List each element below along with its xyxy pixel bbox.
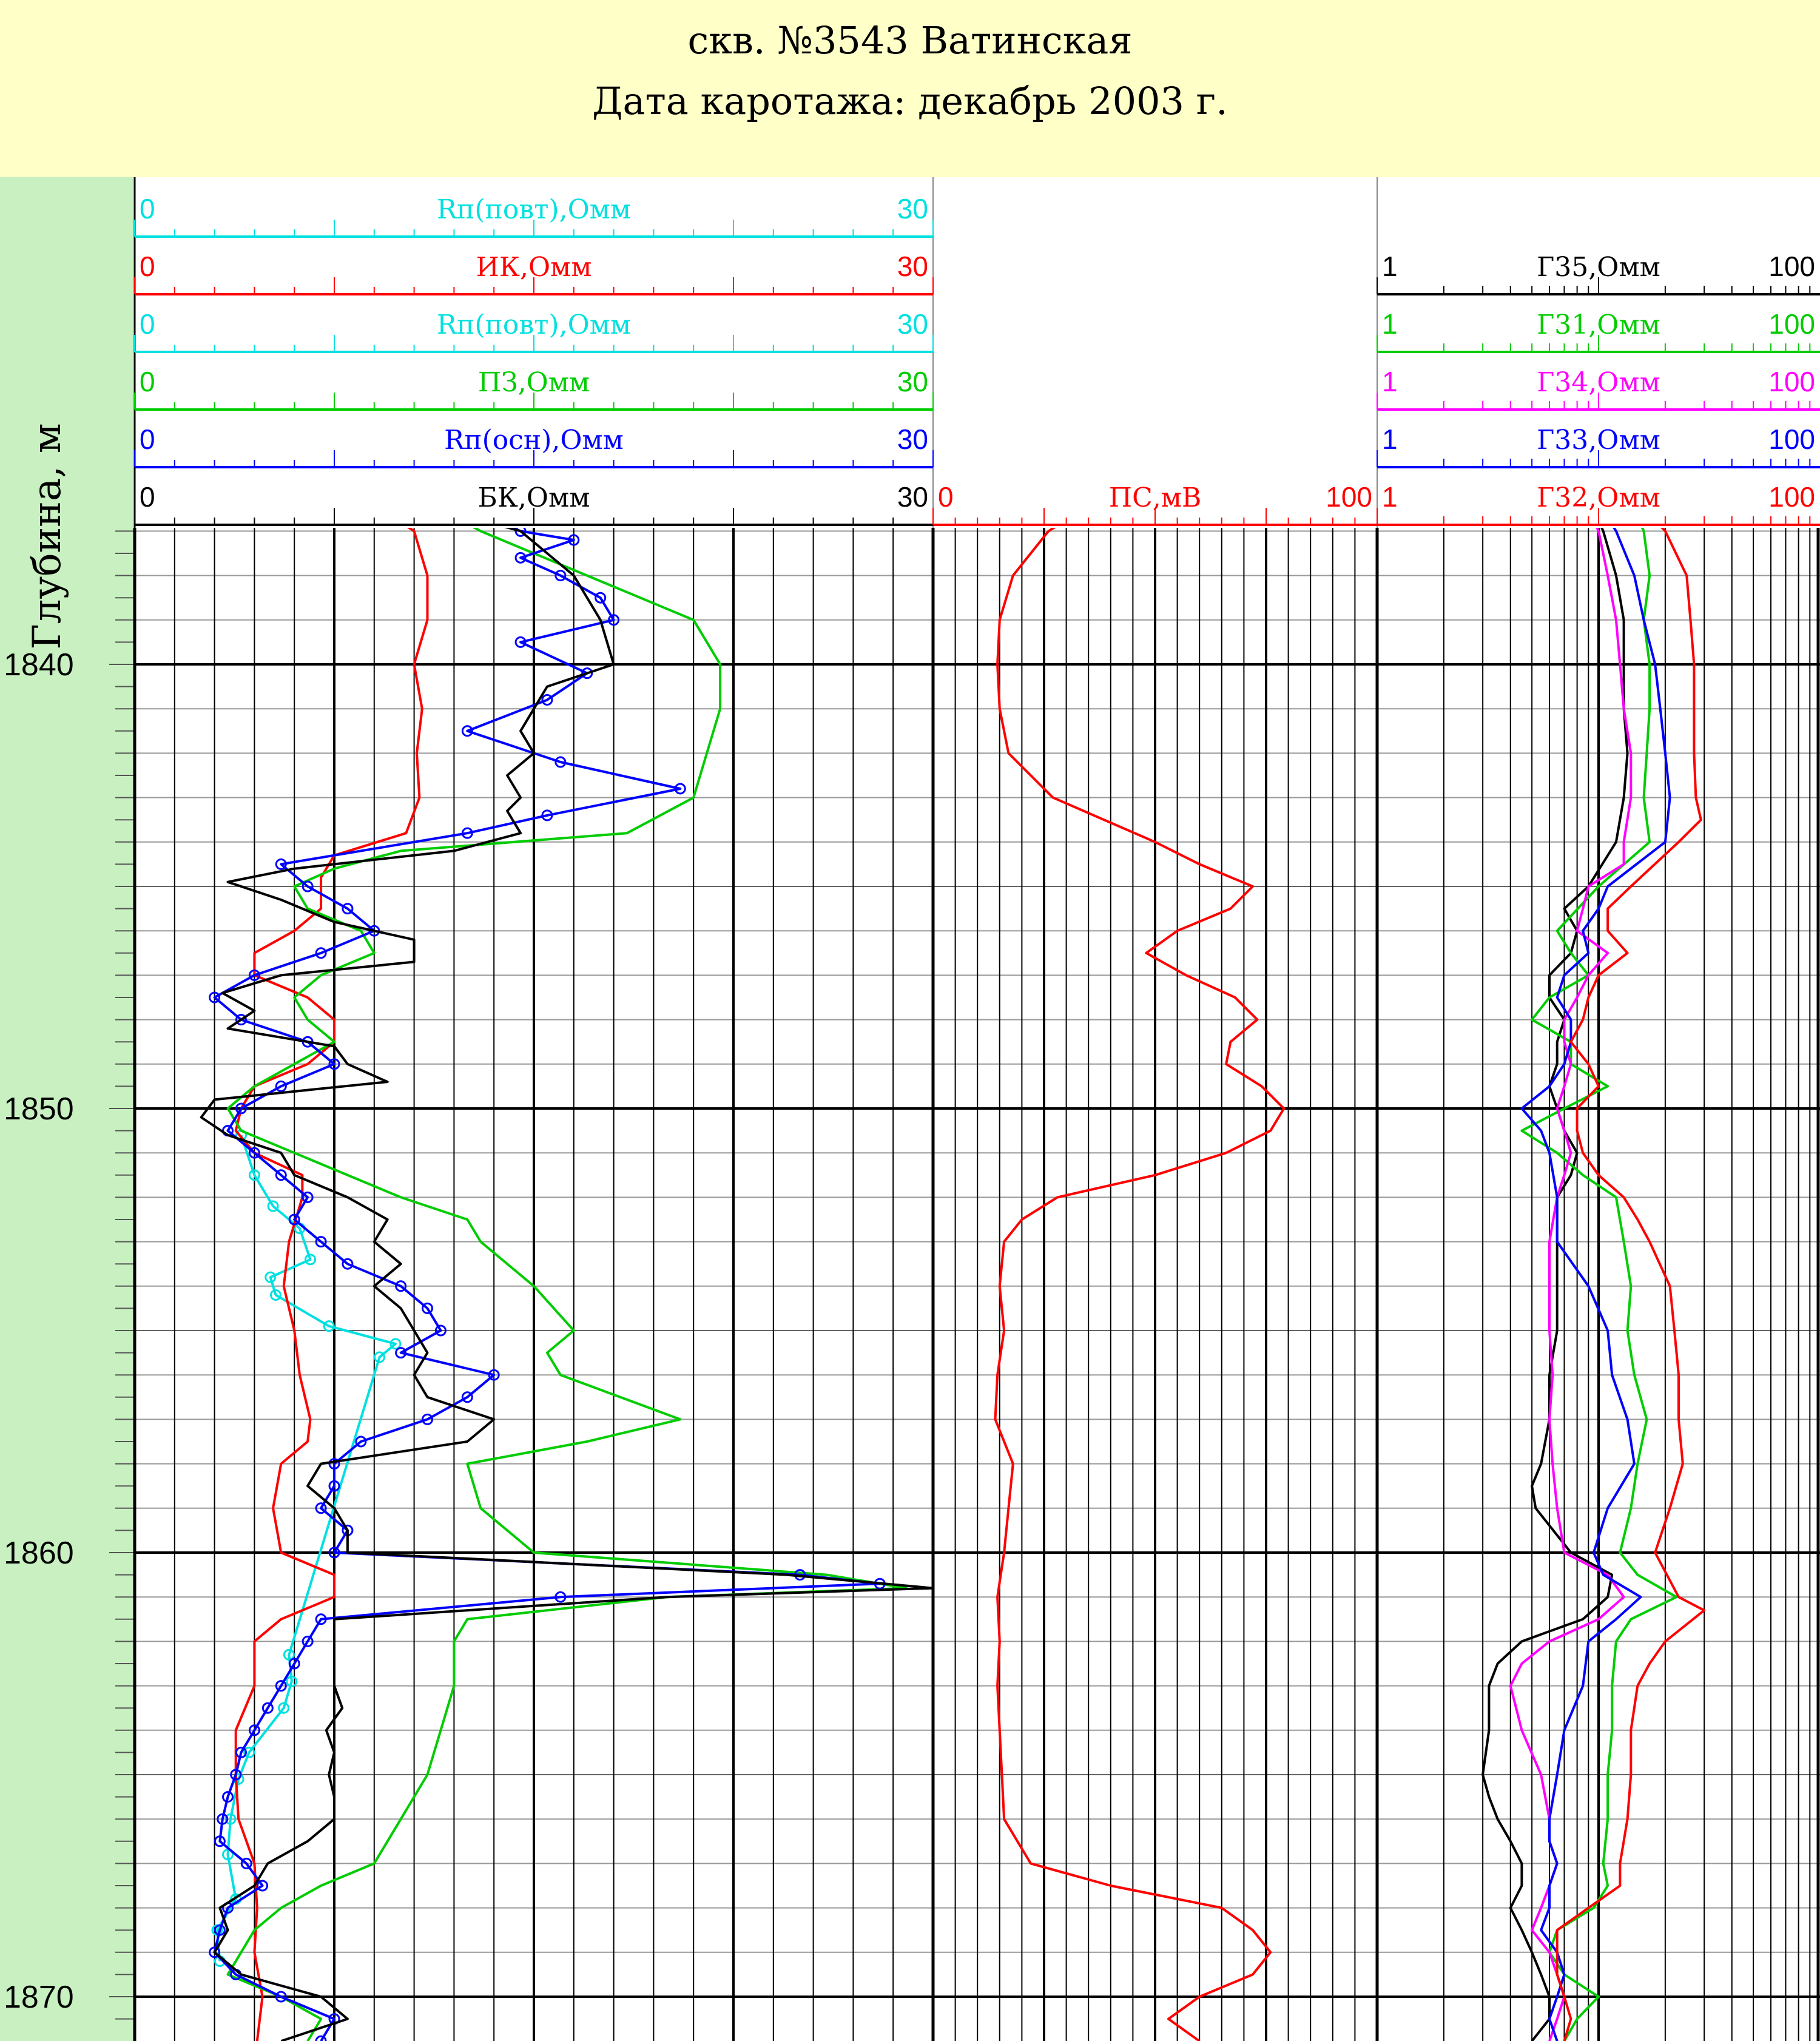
curve-max-label: 30 [897,308,928,340]
depth-tick-label: 1860 [4,1536,74,1571]
depth-tick-label: 1870 [4,1980,74,2015]
curve-min-label: 0 [140,193,155,224]
curve-min-label: 0 [140,251,155,282]
curve-max-label: 30 [897,193,928,224]
curve-name: Rп(осн),Омм [444,425,624,456]
curve-line [213,528,881,2041]
curve-min-label: 0 [140,481,155,513]
depth-tick-label: 1850 [4,1091,74,1127]
curve-min-label: 0 [140,366,155,397]
curve-name: Г32,Омм [1537,482,1660,513]
curve-name: ПС,мВ [1109,482,1202,513]
curve-max-label: 30 [897,423,928,455]
curve-max-label: 30 [897,366,928,397]
curve-name: Г35,Омм [1537,252,1660,283]
curve-name: Г34,Омм [1537,367,1660,398]
curve-line [994,528,1286,2041]
curve-max-label: 100 [1768,366,1815,397]
curve-max-label: 100 [1768,481,1815,513]
curve-line [226,528,908,2041]
well-log-chart: 0 30 Rп(повт),Омм 0 30 ИК,Омм 0 30 Rп(повт),Омм 0… [4,177,1820,2041]
curve-name: Г31,Омм [1537,309,1660,340]
curve-max-label: 100 [1768,308,1815,340]
curve-max-label: 100 [1768,251,1815,282]
curve-min-label: 1 [1382,423,1398,455]
curve-max-label: 100 [1326,481,1372,513]
curve-name: ИК,Омм [476,252,592,283]
curve-min-label: 0 [140,423,155,455]
curve-name: Г33,Омм [1537,425,1660,456]
curve-min-label: 0 [140,308,155,340]
depth-tick-label: 1840 [4,647,74,683]
curve-name: ПЗ,Омм [478,367,590,398]
curve-line [1555,528,1706,2041]
curve-max-label: 30 [897,251,928,282]
curve-min-label: 1 [1382,481,1398,513]
curve-min-label: 1 [1382,366,1398,397]
curve-max-label: 100 [1768,423,1815,455]
curve-min-label: 1 [1382,251,1398,282]
curve-name: Rп(повт),Омм [437,194,631,225]
curve-min-label: 1 [1382,308,1398,340]
curve-line [1509,528,1633,2041]
grid-layer [109,528,1820,2041]
track-headers: 0 30 Rп(повт),Омм 0 30 ИК,Омм 0 30 Rп(повт),Омм 0… [133,177,1820,528]
curve-name: Rп(повт),Омм [437,309,631,340]
curve-name: БК,Омм [478,482,590,513]
curve-max-label: 30 [897,481,928,513]
curve-layer [200,528,1706,2041]
log-page: скв. №3543 Ватинская Дата каротажа: дека… [0,0,1820,2041]
curve-min-label: 0 [938,481,954,513]
